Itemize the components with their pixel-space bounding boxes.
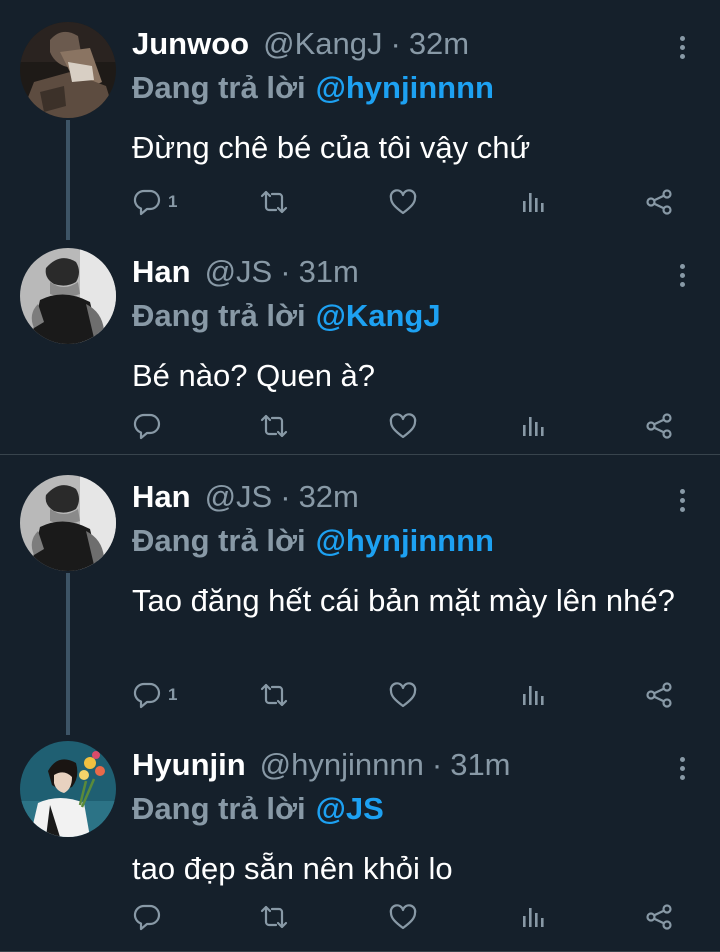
reply-button[interactable] <box>132 899 168 935</box>
tweet-text: Tao đăng hết cái bản mặt mày lên nhé? <box>132 583 675 618</box>
share-button[interactable] <box>644 899 674 935</box>
more-options-icon[interactable] <box>678 757 686 781</box>
separator-dot: · <box>390 26 401 61</box>
like-button[interactable] <box>388 408 418 444</box>
replying-to-link[interactable]: @JS <box>316 791 384 826</box>
replying-prefix: Đang trả lời <box>132 791 306 826</box>
separator-dot: · <box>431 747 443 782</box>
tweet[interactable]: Junwoo @KangJ · 32m Đang trả lời @hynjinn… <box>0 22 720 232</box>
like-button[interactable] <box>388 184 418 220</box>
like-icon <box>389 904 417 930</box>
retweet-button[interactable] <box>258 899 290 935</box>
analytics-button[interactable] <box>518 677 548 713</box>
more-options-icon[interactable] <box>678 489 686 513</box>
analytics-button[interactable] <box>518 184 548 220</box>
retweet-button[interactable] <box>258 677 290 713</box>
display-name[interactable]: Han <box>132 479 191 515</box>
reply-icon <box>133 904 161 931</box>
reply-button[interactable] <box>132 408 168 444</box>
like-icon <box>389 413 417 439</box>
replying-to-line: Đang trả lời @JS <box>132 791 384 827</box>
like-button[interactable] <box>388 899 418 935</box>
retweet-button[interactable] <box>258 408 290 444</box>
thread-1: Junwoo @KangJ · 32m Đang trả lời @hynjinn… <box>0 0 720 455</box>
tweet-header: Junwoo @KangJ · 32m <box>132 26 469 66</box>
like-button[interactable] <box>388 677 418 713</box>
tweet-header: Han @JS · 32m <box>132 479 359 519</box>
replying-to-link[interactable]: @hynjinnnn <box>316 523 494 558</box>
reply-button[interactable]: 1 <box>132 184 177 220</box>
display-name[interactable]: Hyunjin <box>132 747 246 783</box>
user-handle[interactable]: @JS <box>205 479 273 515</box>
reply-count: 1 <box>168 192 178 211</box>
display-name[interactable]: Han <box>132 254 191 290</box>
retweet-icon <box>260 683 288 707</box>
timestamp[interactable]: 32m <box>299 479 359 515</box>
reply-icon <box>133 413 161 440</box>
display-name[interactable]: Junwoo <box>132 26 249 62</box>
reply-count: 1 <box>168 685 178 704</box>
replying-to-link[interactable]: @KangJ <box>316 298 441 333</box>
retweet-button[interactable] <box>258 184 290 220</box>
tweet-feed: Junwoo @KangJ · 32m Đang trả lời @hynjinn… <box>0 0 720 952</box>
hyunjin-avatar[interactable] <box>20 741 116 837</box>
share-icon <box>646 682 672 708</box>
share-button[interactable] <box>644 184 674 220</box>
separator-dot: · <box>280 479 291 514</box>
timestamp[interactable]: 31m <box>299 254 359 290</box>
analytics-icon <box>523 417 544 436</box>
tweet[interactable]: Hyunjin @hynjinnnn · 31m Đang trả lời @JS… <box>0 741 720 943</box>
share-icon <box>646 904 672 930</box>
analytics-icon <box>523 908 544 927</box>
tweet-actions <box>132 408 692 444</box>
replying-prefix: Đang trả lời <box>132 298 306 333</box>
replying-prefix: Đang trả lời <box>132 70 306 105</box>
reply-icon <box>133 682 161 709</box>
tweet-text: tao đẹp sẵn nên khỏi lo <box>132 851 453 886</box>
analytics-icon <box>523 193 544 212</box>
more-options-icon[interactable] <box>678 36 686 60</box>
tweet-header: Hyunjin @hynjinnnn · 31m <box>132 747 511 787</box>
share-icon <box>646 189 672 215</box>
replying-to-line: Đang trả lời @hynjinnnn <box>132 523 494 559</box>
thread-2: Han @JS · 32m Đang trả lời @hynjinnnn Tao… <box>0 455 720 952</box>
tweet[interactable]: Han @JS · 31m Đang trả lời @KangJ Bé nào?… <box>0 248 720 450</box>
tweet-actions: 1 <box>132 677 692 713</box>
timestamp[interactable]: 32m <box>409 26 469 62</box>
user-handle[interactable]: @KangJ <box>263 26 382 62</box>
separator-dot: · <box>280 254 291 289</box>
tweet[interactable]: Han @JS · 32m Đang trả lời @hynjinnnn Tao… <box>0 475 720 731</box>
han-avatar[interactable] <box>20 475 116 571</box>
analytics-button[interactable] <box>518 899 548 935</box>
han-avatar[interactable] <box>20 248 116 344</box>
replying-prefix: Đang trả lời <box>132 523 306 558</box>
retweet-icon <box>260 905 288 929</box>
tweet-header: Han @JS · 31m <box>132 254 359 294</box>
replying-to-link[interactable]: @hynjinnnn <box>316 70 494 105</box>
share-icon <box>646 413 672 439</box>
tweet-actions: 1 <box>132 184 692 220</box>
replying-to-line: Đang trả lời @KangJ <box>132 298 441 334</box>
more-options-icon[interactable] <box>678 264 686 288</box>
retweet-icon <box>260 190 288 214</box>
share-button[interactable] <box>644 677 674 713</box>
user-handle[interactable]: @JS <box>205 254 273 290</box>
tweet-actions <box>132 899 692 935</box>
retweet-icon <box>260 414 288 438</box>
analytics-icon <box>523 686 544 705</box>
reply-button[interactable]: 1 <box>132 677 177 713</box>
tweet-text: Bé nào? Quen à? <box>132 358 376 393</box>
junwoo-avatar[interactable] <box>20 22 116 118</box>
like-icon <box>389 189 417 215</box>
timestamp[interactable]: 31m <box>450 747 510 783</box>
share-button[interactable] <box>644 408 674 444</box>
analytics-button[interactable] <box>518 408 548 444</box>
like-icon <box>389 682 417 708</box>
tweet-text: Đừng chê bé của tôi vậy chứ <box>132 130 531 165</box>
reply-icon <box>133 189 161 216</box>
user-handle[interactable]: @hynjinnnn <box>260 747 424 783</box>
replying-to-line: Đang trả lời @hynjinnnn <box>132 70 494 106</box>
